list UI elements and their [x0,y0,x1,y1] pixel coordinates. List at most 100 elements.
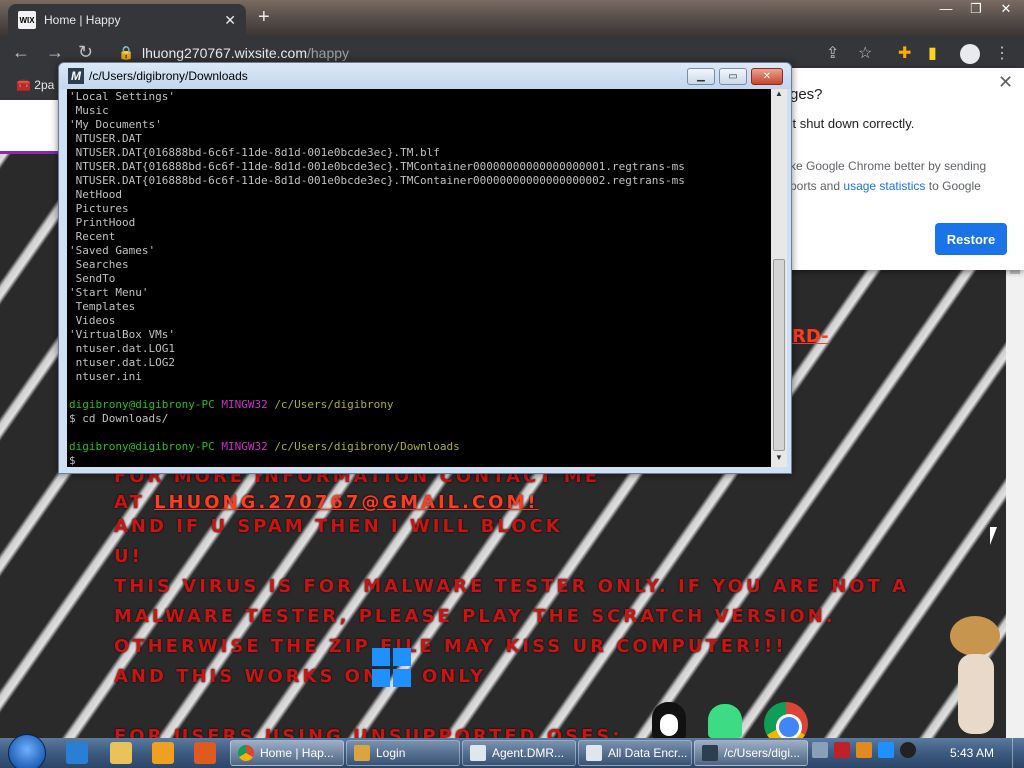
tray-network-icon[interactable] [812,742,828,758]
terminal-line: 'Start Menu' [69,286,149,299]
taskbar-button-label: Login [376,746,406,760]
tray-antivirus-icon[interactable] [834,742,850,758]
windows-logo-icon [372,648,412,688]
scroll-down-icon[interactable]: ▼ [771,453,787,467]
bookmark-label: 2pa [34,78,55,92]
file-explorer-icon[interactable] [110,742,132,764]
terminal-prompt: digibrony@digibrony-PC MINGW32 /c/Users/… [69,440,685,454]
terminal-line: Pictures [69,202,129,215]
terminal-line: ntuser.ini [69,370,142,383]
prompt-path: /c/Users/digibrony/Downloads [274,440,460,453]
terminal-titlebar[interactable]: M /c/Users/digibrony/Downloads ▁ ▭ ✕ [59,63,791,89]
site-heading-fragment: RD- [792,326,829,347]
note-text: ke Google Chrome better by sending [790,159,987,173]
browser-tab-strip: WIX Home | Happy ✕ + — ❐ ✕ [0,0,1024,36]
note-text: to Google [928,179,981,193]
prompt-user: digibrony@digibrony-PC [69,398,215,411]
extensions-icon[interactable]: ✚ [898,43,911,63]
email-link[interactable]: LHUONG.270767@GMAIL.COM! [154,492,539,513]
terminal-line: 'My Documents' [69,118,162,131]
bookmark-item[interactable]: 🧰 2pa [16,78,54,92]
prompt-path: /c/Users/digibrony [274,398,394,411]
menu-kebab-icon[interactable]: ⋮ [994,43,1010,63]
terminal-line: Videos [69,314,116,327]
profile-avatar[interactable] [960,44,980,64]
share-icon[interactable]: ⇪ [826,43,839,63]
terminal-line: NTUSER.DAT{016888bd-6c6f-11de-8d1d-001e0… [69,160,685,173]
hamster-sticker [940,616,1004,740]
new-tab-icon[interactable]: + [258,6,270,29]
back-icon[interactable]: ← [12,42,30,63]
scrollbar-thumb[interactable] [773,259,785,451]
android-logo-icon [708,704,742,738]
close-icon[interactable]: ✕ [998,72,1013,93]
taskbar-button-label: Agent.DMR... [492,746,565,760]
terminal-line: NTUSER.DAT{016888bd-6c6f-11de-8d1d-001e0… [69,174,685,187]
wix-favicon-icon: WIX [18,11,36,29]
browser-tab[interactable]: WIX Home | Happy ✕ [8,4,246,36]
mouse-cursor-icon [990,527,997,545]
terminal-scrollbar[interactable]: ▲ ▼ [771,89,787,467]
system-tray [812,742,916,758]
terminal-line: SendTo [69,272,116,285]
terminal-line: ntuser.dat.LOG1 [69,342,175,355]
windows-taskbar: Home | Hap... Login Agent.DMR... All Dat… [0,734,1024,768]
maximize-icon[interactable]: ▭ [719,68,747,85]
terminal-line: 'VirtualBox VMs' [69,328,175,341]
terminal-line: Templates [69,300,136,313]
mintty-icon: M [68,68,84,84]
minimize-icon[interactable]: — [932,0,960,20]
site-text-line: AND IF U SPAM THEN I WILL BLOCK [114,516,563,537]
scroll-up-icon[interactable]: ▲ [771,89,787,103]
restore-pages-dialog: ges? ✕ 't shut down correctly. ke Google… [790,68,1024,270]
terminal-output[interactable]: 'Local Settings' Music 'My Documents' NTU… [67,89,783,467]
tab-close-icon[interactable]: ✕ [224,12,236,29]
terminal-line: Searches [69,258,129,271]
taskbar-button-terminal[interactable]: /c/Users/digi... [694,740,808,766]
browser-window-controls: — ❐ ✕ [932,0,1020,20]
terminal-input-line[interactable]: $ [69,454,685,467]
maximize-icon[interactable]: ❐ [962,0,990,20]
media-player-icon[interactable] [152,742,174,764]
tray-search-icon[interactable] [856,742,872,758]
minimize-icon[interactable]: ▁ [687,68,715,85]
taskbar-button-label: All Data Encr... [608,746,688,760]
taskbar-button-label: /c/Users/digi... [724,746,801,760]
tray-volume-icon[interactable] [900,742,916,758]
terminal-title: /c/Users/digibrony/Downloads [89,69,248,83]
usage-statistics-link[interactable]: usage statistics [843,179,925,193]
terminal-text: 'Local Settings' Music 'My Documents' NTU… [69,90,685,467]
show-desktop-button[interactable] [1012,738,1024,768]
internet-explorer-icon[interactable] [66,742,88,764]
taskbar-button-chrome[interactable]: Home | Hap... [230,740,344,766]
linux-tux-icon [652,702,686,740]
site-text-line: OTHERWISE THE ZIP FILE MAY KISS UR COMPU… [114,636,787,657]
address-bar[interactable]: lhuong270767.wixsite.com/happy [142,45,349,61]
taskbar-button-encrypt[interactable]: All Data Encr... [578,740,692,766]
prompt-system: MINGW32 [221,440,268,453]
taskbar-button-label: Home | Hap... [260,746,334,760]
close-icon[interactable]: ✕ [992,0,1020,20]
terminal-line: ntuser.dat.LOG2 [69,356,175,369]
site-text-line: THIS VIRUS IS FOR MALWARE TESTER ONLY. I… [114,576,910,597]
terminal-line: Recent [69,230,116,243]
taskbar-button-login[interactable]: Login [346,740,460,766]
taskbar-clock[interactable]: 5:43 AM [950,746,994,760]
restore-button[interactable]: Restore [935,223,1007,255]
app-pinned-icon[interactable] [194,742,216,764]
site-text-line: MALWARE TESTER, PLEASE PLAY THE SCRATCH … [114,606,836,627]
terminal-line: PrintHood [69,216,136,229]
start-button[interactable] [8,734,46,768]
reload-icon[interactable]: ↻ [78,42,93,63]
close-icon[interactable]: ✕ [751,68,783,85]
prompt-system: MINGW32 [221,398,268,411]
terminal-line: NTUSER.DAT{016888bd-6c6f-11de-8d1d-001e0… [69,146,440,159]
taskbar-button-agent[interactable]: Agent.DMR... [462,740,576,766]
chrome-logo-icon [764,702,808,740]
bookmark-star-icon[interactable]: ☆ [858,43,872,63]
tray-display-icon[interactable] [878,742,894,758]
lock-icon[interactable]: 🔒 [118,45,134,61]
side-panel-icon[interactable]: ▮ [928,43,937,63]
forward-icon[interactable]: → [46,42,64,63]
